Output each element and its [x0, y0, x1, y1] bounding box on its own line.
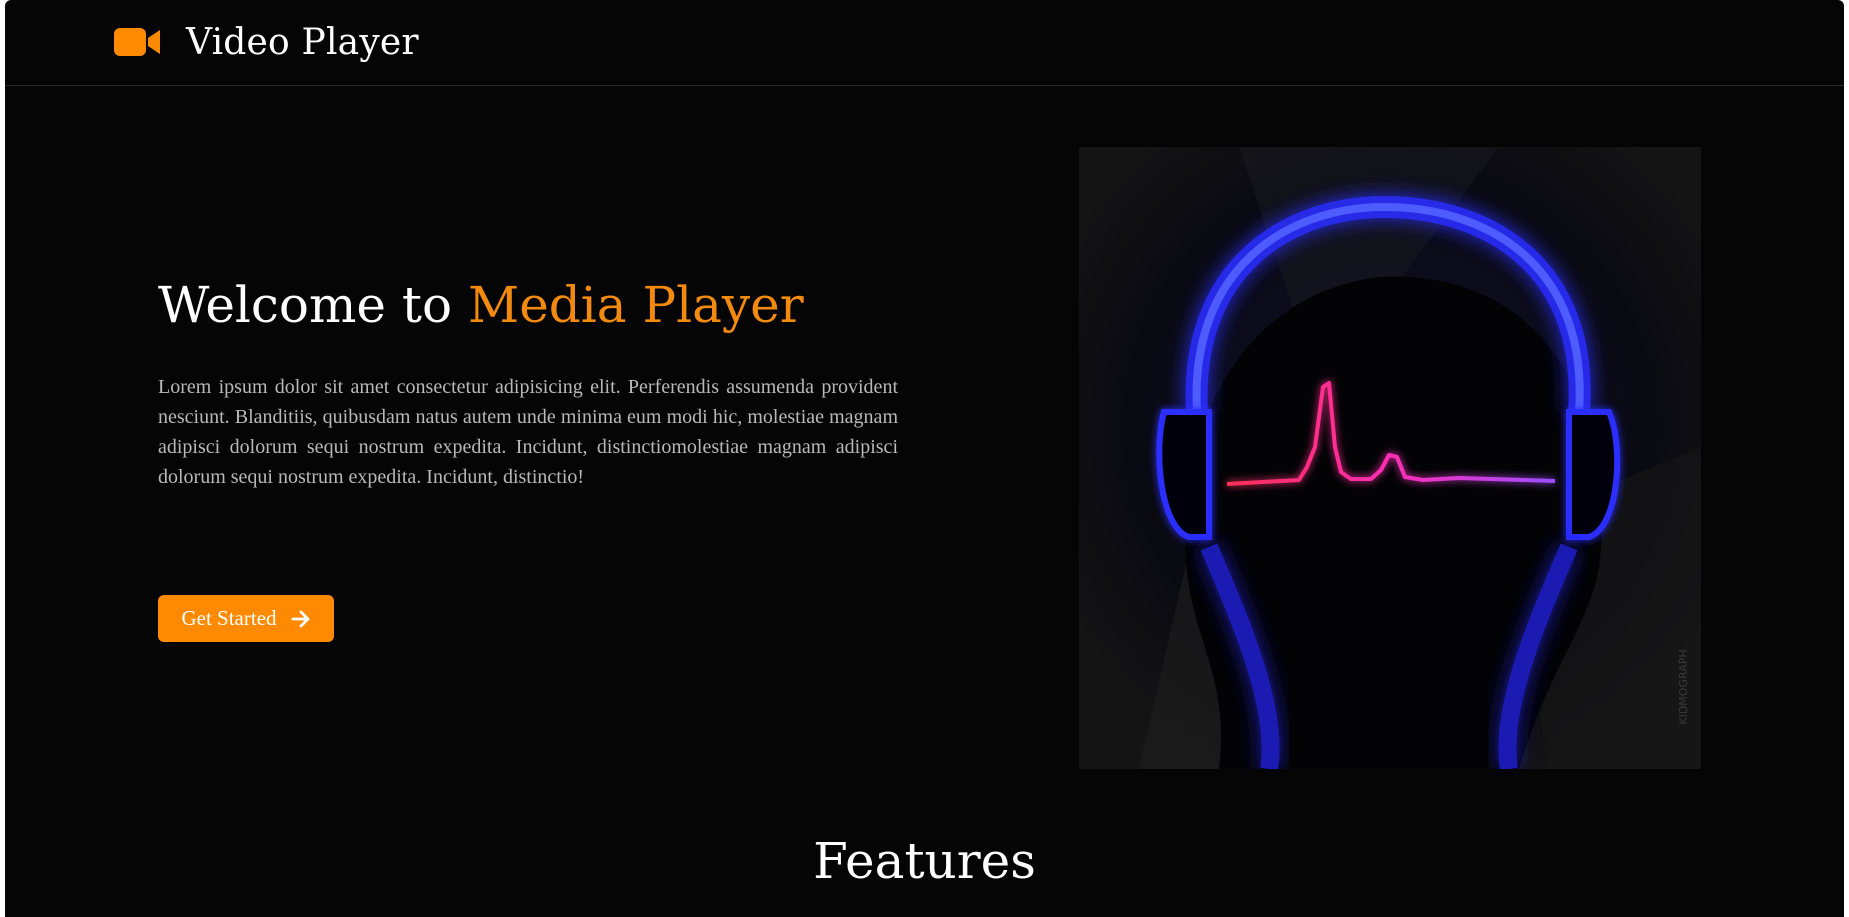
video-camera-icon — [114, 28, 160, 56]
hero-heading-accent: Media Player — [468, 276, 804, 334]
hero-description: Lorem ipsum dolor sit amet consectetur a… — [158, 376, 898, 488]
hero-heading: Welcome to Media Player — [158, 272, 898, 338]
brand-title: Video Player — [186, 21, 419, 63]
hero-image: KIDMOGRAPH — [1079, 147, 1701, 769]
features-title: Features — [813, 832, 1036, 890]
page: Video Player Welcome to Media Player Lor… — [5, 0, 1844, 917]
hero-text: Welcome to Media Player Lorem ipsum dolo… — [158, 272, 898, 492]
headphones-illustration: KIDMOGRAPH — [1079, 147, 1701, 769]
brand[interactable]: Video Player — [114, 20, 419, 64]
get-started-label: Get Started — [181, 606, 277, 630]
get-started-button[interactable]: Get Started — [158, 595, 334, 642]
arrow-right-icon — [291, 610, 309, 627]
image-watermark: KIDMOGRAPH — [1677, 649, 1690, 724]
navbar: Video Player — [5, 0, 1844, 86]
hero-heading-prefix: Welcome to — [158, 276, 468, 334]
